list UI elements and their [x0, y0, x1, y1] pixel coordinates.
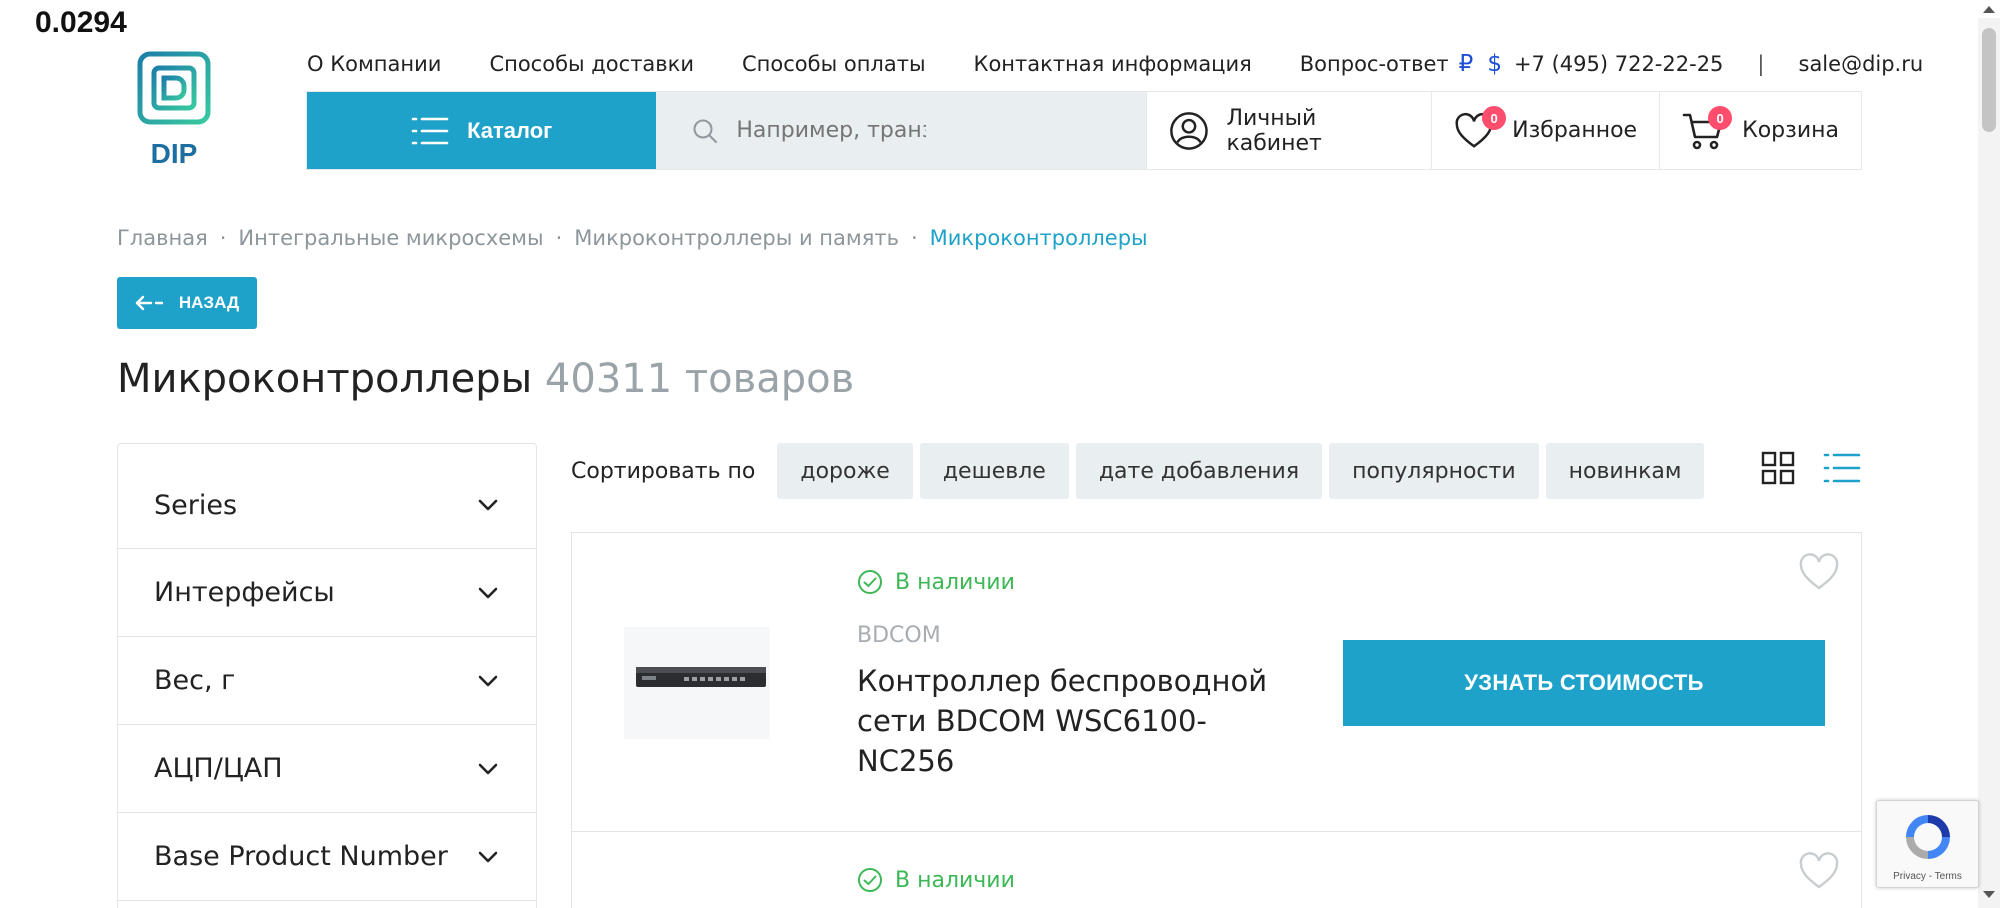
chip-logo-icon: DIP — [117, 43, 231, 169]
header-bar: Каталог Личный кабинет 0 Избранное 0 — [306, 91, 1862, 170]
sort-bar: Сортировать по дороже дешевле дате добав… — [571, 443, 1861, 499]
view-toggle — [1761, 451, 1861, 485]
catalog-button[interactable]: Каталог — [307, 92, 657, 169]
sort-option-cheap[interactable]: дешевле — [919, 443, 1069, 499]
product-card: В наличии BDCOM Контроллер беспроводной … — [571, 532, 1862, 832]
add-to-favorites-icon[interactable] — [1798, 553, 1840, 591]
chevron-down-icon — [478, 675, 498, 686]
chevron-down-icon — [478, 763, 498, 774]
nav-separator: | — [1757, 52, 1765, 76]
check-circle-icon — [858, 868, 882, 892]
stock-label: В наличии — [895, 569, 1015, 595]
breadcrumb-item-ic[interactable]: Интегральные микросхемы — [238, 226, 543, 250]
filter-adc-dac[interactable]: АЦП/ЦАП — [118, 725, 536, 813]
catalog-label: Каталог — [467, 117, 553, 143]
scrollbar-track[interactable] — [1978, 18, 2000, 908]
cart-count-badge: 0 — [1708, 106, 1733, 130]
user-icon — [1169, 111, 1208, 150]
breadcrumb-item-home[interactable]: Главная — [117, 226, 208, 250]
top-navigation: О Компании Способы доставки Способы опла… — [307, 50, 1923, 78]
breadcrumb-item-current[interactable]: Микроконтроллеры — [930, 226, 1148, 250]
scroll-down-icon[interactable] — [1982, 890, 1996, 900]
product-name[interactable]: Контроллер беспроводной сети BDCOM WSC61… — [857, 661, 1277, 781]
search-icon — [693, 119, 718, 143]
add-to-favorites-icon[interactable] — [1798, 852, 1840, 890]
filter-series[interactable]: Series — [118, 444, 536, 549]
sort-label: Сортировать по — [571, 458, 756, 484]
product-image[interactable] — [622, 623, 772, 743]
chevron-down-icon — [478, 851, 498, 862]
chevron-down-icon — [478, 587, 498, 598]
network-device-image — [624, 627, 770, 739]
nav-link-payment[interactable]: Способы оплаты — [742, 52, 926, 76]
filter-base-product-number[interactable]: Base Product Number — [118, 813, 536, 901]
check-circle-icon — [858, 570, 882, 594]
back-button[interactable]: НАЗАД — [117, 277, 257, 329]
stock-status: В наличии — [857, 867, 1015, 893]
sort-option-expensive[interactable]: дороже — [777, 443, 913, 499]
arrow-left-icon — [135, 295, 164, 311]
account-link[interactable]: Личный кабинет — [1145, 92, 1432, 169]
back-label: НАЗАД — [178, 293, 240, 312]
breadcrumb: Главная · Интегральные микросхемы · Микр… — [117, 226, 1148, 250]
grid-view-icon[interactable] — [1761, 451, 1795, 485]
recaptcha-badge[interactable]: Privacy - Terms — [1876, 800, 1979, 888]
filter-sidebar: Series Интерфейсы Вес, г АЦП/ЦАП Base Pr… — [117, 443, 537, 908]
recaptcha-icon — [1906, 815, 1950, 859]
filter-interfaces[interactable]: Интерфейсы — [118, 549, 536, 637]
product-count: 40311 товаров — [544, 356, 855, 402]
filter-label: АЦП/ЦАП — [154, 753, 283, 784]
breadcrumb-separator: · — [219, 226, 227, 250]
filter-label: Вес, г — [154, 665, 236, 696]
search-input[interactable] — [736, 118, 927, 143]
favorites-count-badge: 0 — [1482, 106, 1507, 130]
list-view-icon[interactable] — [1823, 451, 1861, 485]
filter-label: Интерфейсы — [154, 577, 335, 608]
nav-link-delivery[interactable]: Способы доставки — [489, 52, 694, 76]
recaptcha-links[interactable]: Privacy - Terms — [1877, 871, 1978, 882]
page-title-text: Микроконтроллеры — [117, 356, 533, 402]
email-link[interactable]: sale@dip.ru — [1799, 52, 1924, 76]
favorites-label: Избранное — [1512, 118, 1638, 143]
stock-label: В наличии — [895, 867, 1015, 893]
scrollbar-thumb[interactable] — [1982, 28, 1996, 132]
nav-link-about[interactable]: О Компании — [307, 52, 441, 76]
filter-label: Base Product Number — [154, 841, 448, 872]
page-title: Микроконтроллеры 40311 товаров — [117, 356, 854, 402]
sort-option-date[interactable]: дате добавления — [1075, 443, 1323, 499]
cart-label: Корзина — [1742, 118, 1839, 143]
chevron-down-icon — [478, 499, 498, 511]
product-card: В наличии — [571, 832, 1862, 908]
search-box[interactable] — [656, 92, 1146, 169]
request-price-button[interactable]: УЗНАТЬ СТОИМОСТЬ — [1343, 640, 1825, 726]
stock-status: В наличии — [857, 569, 1015, 595]
cart-link[interactable]: 0 Корзина — [1659, 92, 1861, 169]
sort-option-popularity[interactable]: популярности — [1329, 443, 1539, 499]
site-logo[interactable]: DIP — [116, 43, 232, 169]
filter-label: Series — [154, 489, 238, 521]
account-label: Личный кабинет — [1226, 105, 1322, 156]
breadcrumb-separator: · — [555, 226, 563, 250]
overlay-value: 0.0294 — [35, 6, 127, 39]
scroll-up-icon[interactable] — [1982, 4, 1996, 14]
phone-link[interactable]: +7 (495) 722-22-25 — [1514, 52, 1723, 76]
breadcrumb-item-mcu-memory[interactable]: Микроконтроллеры и память — [574, 226, 899, 250]
favorites-link[interactable]: 0 Избранное — [1431, 92, 1660, 169]
product-brand: BDCOM — [857, 623, 941, 648]
sort-option-new[interactable]: новинкам — [1545, 443, 1705, 499]
menu-list-icon — [411, 117, 449, 144]
currency-usd-toggle[interactable]: $ — [1487, 51, 1502, 77]
filter-weight[interactable]: Вес, г — [118, 637, 536, 725]
breadcrumb-separator: · — [910, 226, 918, 250]
currency-rub-toggle[interactable]: ₽ — [1459, 51, 1474, 77]
logo-text: DIP — [151, 138, 198, 166]
nav-link-contacts[interactable]: Контактная информация — [974, 52, 1252, 76]
nav-link-faq[interactable]: Вопрос-ответ — [1300, 52, 1449, 76]
